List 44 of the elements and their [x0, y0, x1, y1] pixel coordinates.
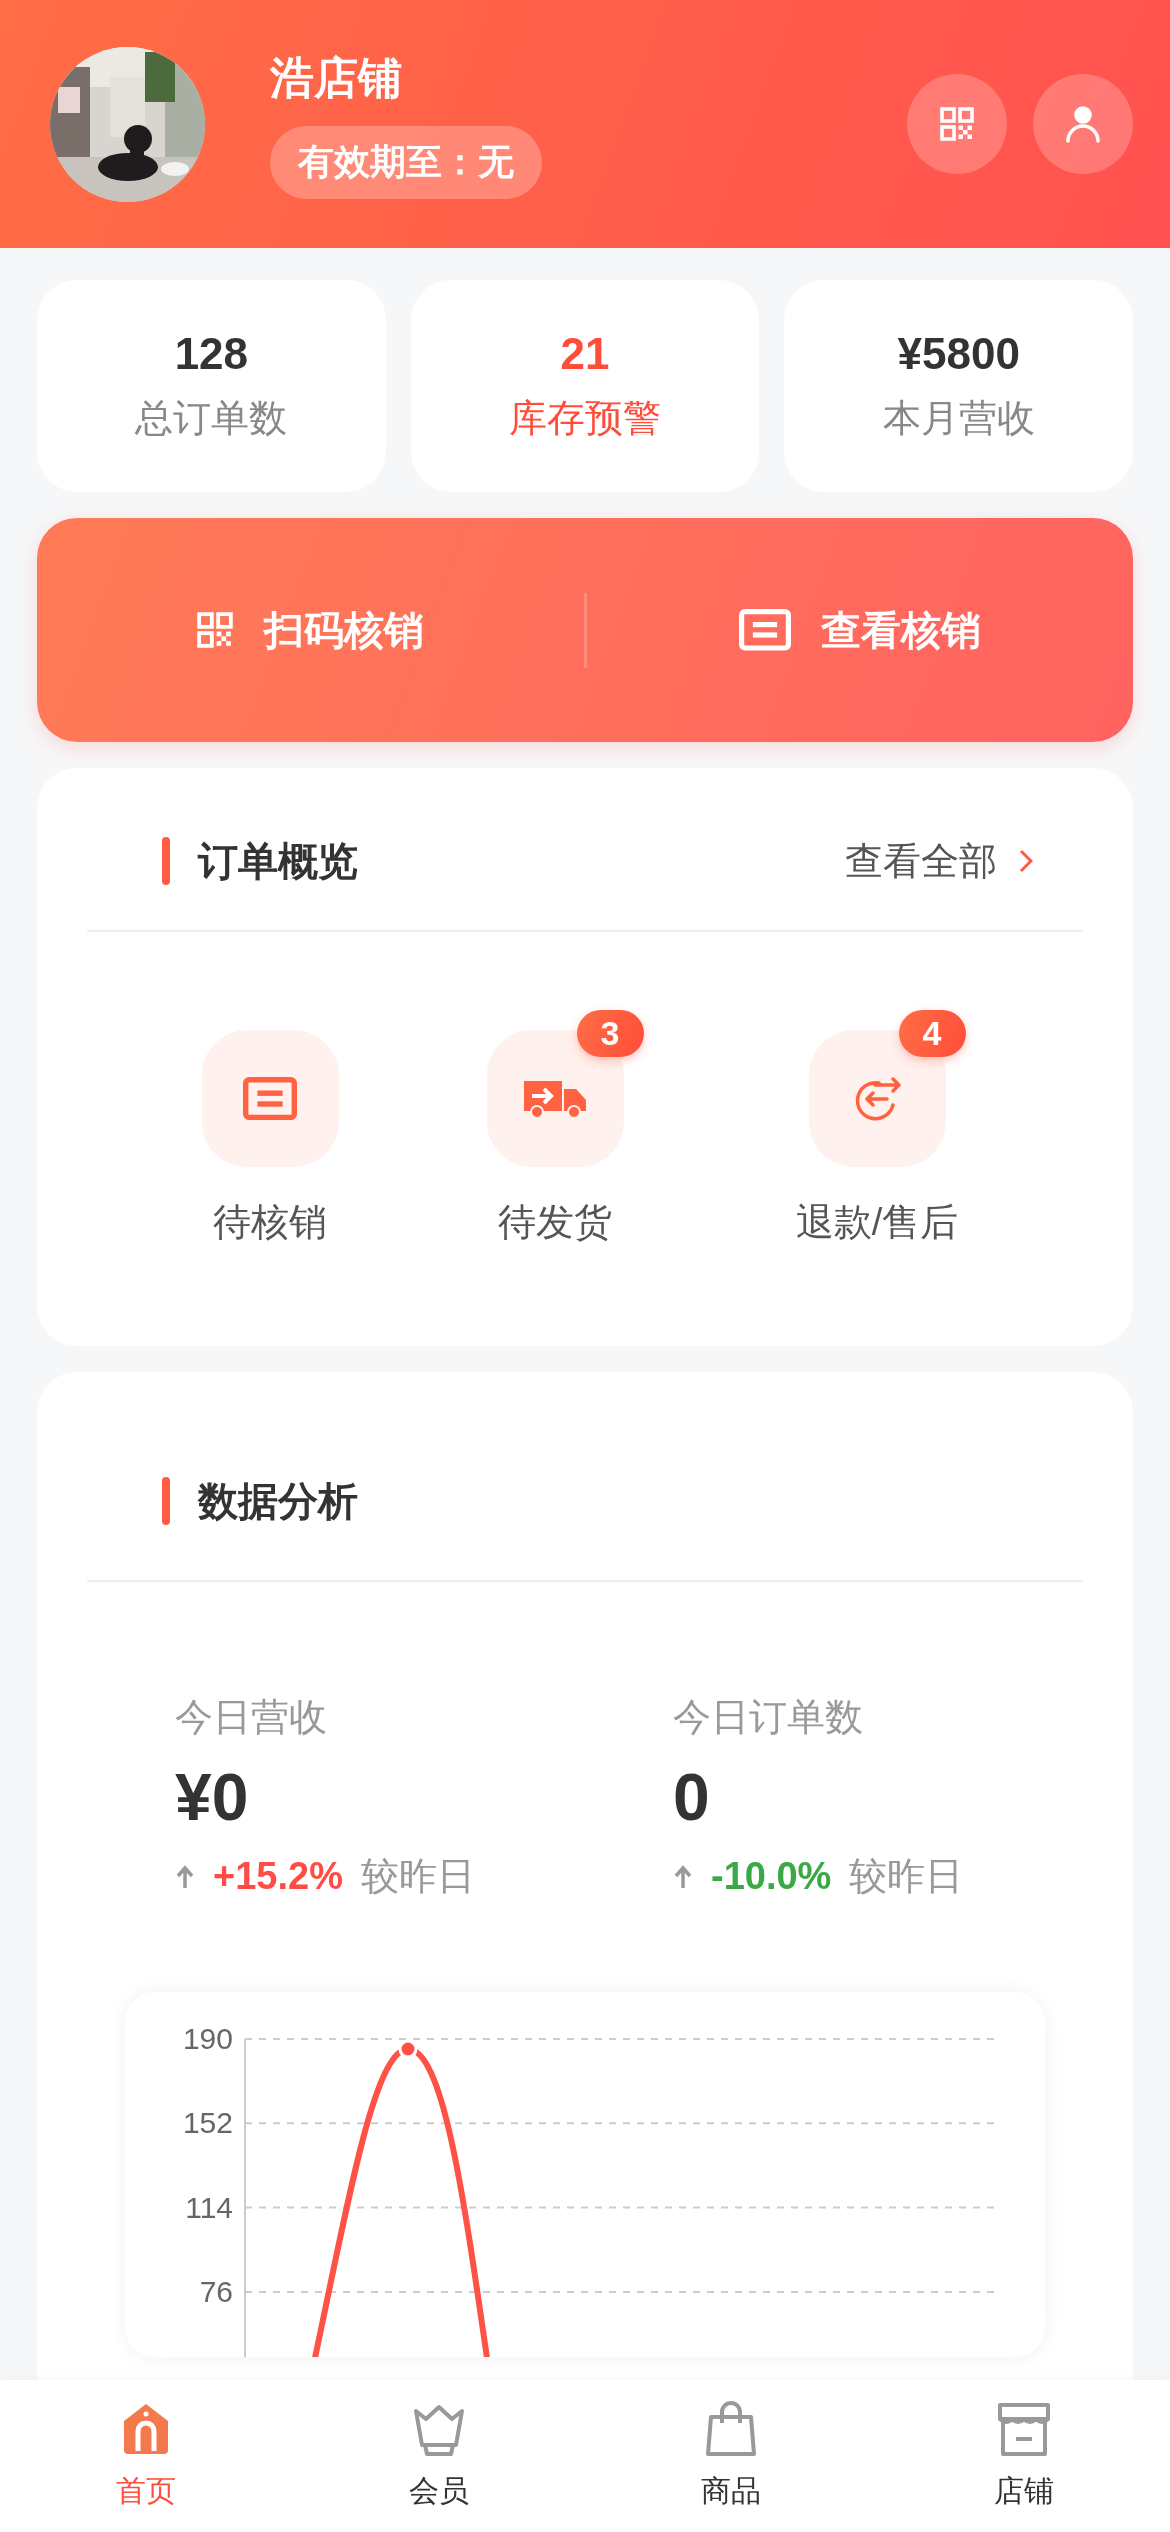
stat-value: 128 [174, 328, 249, 379]
qr-code-icon [939, 106, 975, 142]
count-badge: 4 [898, 1010, 966, 1057]
metric-label: 今日订单数 [673, 1695, 864, 1740]
document-icon [738, 609, 791, 651]
accent-bar [162, 837, 170, 885]
change-percent: +15.2% [213, 1855, 343, 1898]
metric-value: ¥0 [175, 1759, 250, 1835]
change-percent: -10.0% [711, 1855, 832, 1898]
accent-bar [162, 1477, 170, 1525]
stat-label: 库存预警 [509, 395, 661, 441]
order-status-label: 退款/售后 [795, 1200, 959, 1245]
order-status-label: 待发货 [498, 1200, 612, 1245]
tab-item[interactable]: 店铺 [877, 2380, 1170, 2532]
view-all-link[interactable]: 查看全部 [845, 835, 1033, 887]
metric-label: 今日营收 [175, 1695, 328, 1740]
y-axis-label: 190 [182, 2022, 233, 2055]
tab-item[interactable]: 商品 [585, 2380, 878, 2532]
count-badge: 3 [576, 1010, 644, 1057]
stat-label: 总订单数 [135, 395, 288, 441]
qr-code-icon [196, 611, 235, 649]
order-status-label: 待核销 [213, 1200, 327, 1245]
chevron-right-icon [1019, 849, 1033, 873]
y-axis-label: 114 [185, 2190, 233, 2224]
tab-item[interactable]: 会员 [292, 2380, 585, 2532]
stat-label: 本月营收 [882, 395, 1035, 441]
validity-badge: 有效期至：无 [270, 126, 542, 199]
arrow-up-icon [175, 1864, 195, 1889]
y-axis-label: 152 [182, 2106, 233, 2140]
order-status-item[interactable]: 待核销 [130, 1030, 410, 1248]
arrow-up-icon [673, 1864, 693, 1889]
document-icon [243, 1076, 297, 1121]
y-axis-label: 76 [199, 2274, 233, 2308]
stat-value: ¥5800 [897, 328, 1020, 379]
section-title: 订单概览 [198, 837, 359, 885]
section-title: 数据分析 [198, 1477, 359, 1525]
storefront-icon [995, 2400, 1052, 2457]
user-icon [1063, 104, 1103, 144]
compare-label: 较昨日 [360, 1854, 475, 1899]
truck-icon [524, 1078, 586, 1119]
compare-label: 较昨日 [849, 1854, 964, 1899]
metric-value: 0 [673, 1759, 711, 1835]
store-name: 浩店铺 [270, 52, 402, 104]
stat-value: 21 [560, 328, 610, 379]
